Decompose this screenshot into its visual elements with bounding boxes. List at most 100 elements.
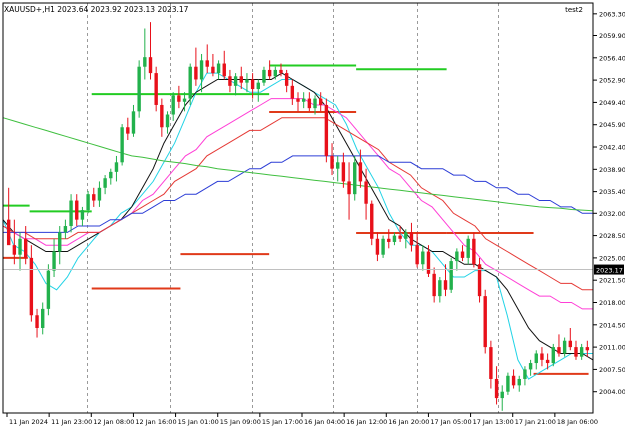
x-tick-label: 12 Jan 08:00 <box>93 418 134 426</box>
candle-bull <box>500 391 504 399</box>
candle-bear <box>483 296 487 348</box>
candle-bull <box>199 60 204 80</box>
x-tick-label: 18 Jan 06:00 <box>557 418 598 426</box>
candle-bull <box>86 194 90 211</box>
candle-bear <box>370 203 374 239</box>
candle-bear <box>443 280 448 290</box>
candle-bull <box>120 127 124 163</box>
candle-bull <box>517 378 521 386</box>
candle-bull <box>58 232 62 252</box>
candle-bear <box>511 375 516 386</box>
candle-bear <box>364 181 368 204</box>
candle-bear <box>574 347 578 357</box>
y-tick-label: 2032.00 <box>599 210 625 218</box>
candle-bear <box>426 251 431 274</box>
symbol-title: XAUUSD+,H1 2023.64 2023.92 2023.13 2023.… <box>4 5 189 14</box>
candle-bull <box>313 98 317 109</box>
x-tick-label: 16 Jan 12:00 <box>346 418 387 426</box>
candle-bull <box>165 114 170 128</box>
candle-bear <box>154 73 158 105</box>
candle-bull <box>523 369 527 379</box>
candle-bull <box>131 111 136 134</box>
candle-bear <box>307 98 312 109</box>
candle-bear <box>205 60 209 67</box>
y-tick-label: 2021.50 <box>599 277 625 285</box>
candle-bull <box>143 57 147 67</box>
candle-bear <box>228 76 232 86</box>
candle-bear <box>239 76 243 83</box>
candle-bear <box>318 98 323 105</box>
x-tick-label: 15 Jan 09:00 <box>220 418 261 426</box>
y-tick-label: 2052.90 <box>599 77 625 85</box>
candle-bear <box>92 194 96 201</box>
candles-layer <box>6 22 590 411</box>
candle-bull <box>103 178 107 188</box>
candle-bear <box>211 66 215 74</box>
candle-bear <box>585 347 590 351</box>
chart-window[interactable]: 2063.30 2059.90 2056.40 2052.90 2049.40 2045.… <box>0 0 625 432</box>
y-tick-label: 2059.90 <box>599 32 625 40</box>
candle-bear <box>296 98 300 102</box>
candle-bull <box>171 95 175 115</box>
candle-bull <box>466 238 470 258</box>
y-tick-label: 2011.00 <box>599 344 625 352</box>
candle-bear <box>126 127 130 134</box>
price-chart[interactable]: 2063.30 2059.90 2056.40 2052.90 2049.40 2045.… <box>0 0 625 432</box>
candle-bull <box>216 63 221 74</box>
y-tick-label: 2028.50 <box>599 232 625 240</box>
candle-bear <box>557 347 561 354</box>
x-tick-label: 15 Jan 01:00 <box>178 418 219 426</box>
candle-bull <box>262 69 266 83</box>
candle-bull <box>256 82 260 90</box>
y-tick-label: 2045.90 <box>599 121 625 129</box>
candle-bull <box>562 340 567 354</box>
level-lines-layer <box>3 64 589 375</box>
candle-bull <box>69 200 73 227</box>
candle-bull <box>455 251 459 262</box>
candle-bear <box>177 95 181 102</box>
candle-bull <box>273 69 278 77</box>
candle-bear <box>398 235 402 239</box>
x-tick-label: 11 Jan 2024 <box>9 418 48 426</box>
candle-bear <box>387 238 391 242</box>
candle-bear <box>432 273 436 297</box>
candle-bear <box>347 181 351 195</box>
candle-bear <box>409 232 414 246</box>
candle-bear <box>415 245 419 265</box>
candle-bull <box>551 347 555 364</box>
candle-bear <box>222 63 226 77</box>
x-tick-label: 11 Jan 23:00 <box>51 418 92 426</box>
y-tick-label: 2004.00 <box>599 388 625 396</box>
candle-bull <box>41 308 45 328</box>
candle-bear <box>324 104 329 156</box>
y-tick-label: 2042.40 <box>599 144 625 152</box>
candle-bull <box>528 363 533 370</box>
indicator-label: test2 <box>565 6 583 14</box>
candle-bull <box>188 66 192 99</box>
moving-average-line <box>2 117 594 212</box>
candle-bear <box>267 69 272 77</box>
candle-bear <box>148 57 153 74</box>
candle-bull <box>97 187 102 201</box>
candle-bull <box>579 347 584 357</box>
candle-bull <box>506 375 510 392</box>
x-tick-label: 15 Jan 17:00 <box>262 418 303 426</box>
candle-bear <box>472 238 476 265</box>
candle-bear <box>250 79 255 90</box>
x-tick-label: 12 Jan 16:00 <box>135 418 176 426</box>
candle-bull <box>233 76 238 86</box>
candle-bear <box>494 378 499 399</box>
y-tick-label: 2056.40 <box>599 54 625 62</box>
candle-bear <box>12 245 17 255</box>
candle-bear <box>568 340 573 348</box>
candle-bear <box>279 69 283 74</box>
x-tick-label: 16 Jan 20:00 <box>388 418 429 426</box>
time-axis: 11 Jan 2024 11 Jan 23:00 12 Jan 08:00 12 Ja… <box>6 413 598 426</box>
candle-bear <box>194 66 198 80</box>
candle-bull <box>80 210 85 220</box>
candle-bull <box>52 251 56 271</box>
candle-bull <box>109 171 113 179</box>
y-tick-label: 2049.40 <box>599 99 625 107</box>
candle-bear <box>477 264 482 297</box>
x-tick-label: 17 Jan 13:00 <box>473 418 514 426</box>
